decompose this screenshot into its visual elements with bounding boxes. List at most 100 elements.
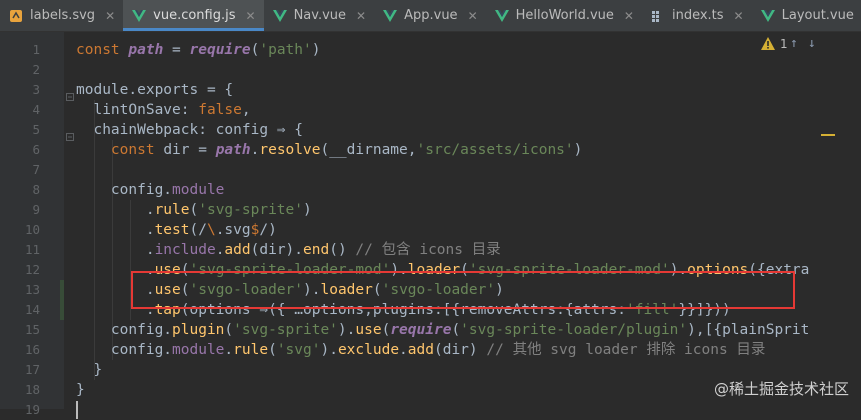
code-token: } xyxy=(76,362,103,378)
code-token: add xyxy=(224,242,251,258)
code-token: // 包含 icons 目录 xyxy=(355,242,501,258)
tab-label: labels.svg xyxy=(30,8,96,23)
code-token: ( xyxy=(268,342,277,358)
code-line[interactable]: const dir = path.resolve(__dirname,'src/… xyxy=(76,140,582,160)
vcs-change-marker[interactable] xyxy=(60,300,64,320)
code-token: .svg xyxy=(215,222,251,238)
code-token: path xyxy=(215,142,251,158)
line-number: 2 xyxy=(32,62,40,77)
code-token: module.exports = { xyxy=(76,82,234,98)
code-token: use xyxy=(355,322,382,338)
close-icon[interactable]: ✕ xyxy=(734,9,744,23)
code-token: ) xyxy=(303,202,312,218)
code-token: 'path' xyxy=(259,42,312,58)
highlight-box xyxy=(131,271,795,309)
fold-icon[interactable] xyxy=(66,126,74,141)
code-token: resolve xyxy=(259,142,321,158)
code-token: exclude xyxy=(337,342,400,358)
code-line[interactable]: module.exports = { xyxy=(76,80,233,100)
code-token: ). xyxy=(337,322,356,338)
code-token: , xyxy=(241,102,251,118)
line-number: 17 xyxy=(24,362,40,377)
fold-icon[interactable] xyxy=(66,86,74,101)
line-number: 13 xyxy=(24,282,40,297)
code-token: dir = xyxy=(163,142,216,158)
code-line[interactable]: lintOnSave: false, xyxy=(76,100,251,120)
problem-navigation: ↑ ↓ xyxy=(790,36,816,51)
code-token: ) xyxy=(311,42,321,58)
code-token: } xyxy=(76,382,85,398)
code-token: ) xyxy=(573,142,583,158)
tab-labels-svg[interactable]: labels.svg ✕ xyxy=(0,0,123,31)
code-token: config. xyxy=(76,322,173,338)
code-token: plugin xyxy=(172,322,225,338)
code-line[interactable]: } xyxy=(76,360,102,380)
code-token: . xyxy=(76,242,155,258)
line-number: 12 xyxy=(24,262,40,277)
code-token: (__dirname, xyxy=(320,142,417,158)
code-line[interactable]: } xyxy=(76,380,85,400)
line-number: 1 xyxy=(32,42,40,57)
line-number: 18 xyxy=(24,382,40,397)
line-number: 19 xyxy=(24,402,40,417)
code-token: const xyxy=(76,42,129,58)
code-token: config. xyxy=(76,342,173,358)
code-token: (dir). xyxy=(250,242,304,258)
tab-helloworld-vue[interactable]: HelloWorld.vue ✕ xyxy=(486,0,642,31)
code-line[interactable]: .include.add(dir).end() // 包含 icons 目录 xyxy=(76,240,501,260)
code-token: require xyxy=(390,322,452,338)
tab-vue-config-js[interactable]: vue.config.js ✕ xyxy=(123,0,265,31)
previous-problem-icon[interactable]: ↑ xyxy=(790,36,798,51)
vcs-change-marker[interactable] xyxy=(60,280,64,300)
close-icon[interactable]: ✕ xyxy=(624,9,634,23)
code-token: module xyxy=(172,182,225,198)
line-number: 3 xyxy=(32,82,40,97)
code-token: const xyxy=(76,142,164,158)
code-token: (/ xyxy=(189,222,207,238)
code-token: add xyxy=(407,342,434,358)
close-icon[interactable]: ✕ xyxy=(246,9,256,23)
code-token: 'svg-sprite' xyxy=(198,202,303,218)
line-number: 16 xyxy=(24,342,40,357)
line-number: 6 xyxy=(32,142,40,157)
code-line[interactable]: .rule('svg-sprite') xyxy=(76,200,312,220)
tab-layout-vue[interactable]: Layout.vue✕ xyxy=(752,0,861,31)
code-token: . xyxy=(224,342,234,358)
code-line[interactable]: const path = require('path') xyxy=(76,40,320,60)
code-token: test xyxy=(154,222,190,238)
tab-label: HelloWorld.vue xyxy=(515,8,614,23)
tab-label: Nav.vue xyxy=(293,8,347,23)
close-icon[interactable]: ✕ xyxy=(468,9,478,23)
warning-count: 1 xyxy=(780,37,788,51)
code-token: \ xyxy=(206,222,216,238)
line-number: 15 xyxy=(24,322,40,337)
code-line[interactable]: config.plugin('svg-sprite').use(require(… xyxy=(76,320,809,340)
code-token: module xyxy=(172,342,225,358)
close-icon[interactable]: ✕ xyxy=(356,9,366,23)
code-token: . xyxy=(76,222,155,238)
code-token: 'svg-sprite-loader/plugin' xyxy=(460,322,688,338)
typescript-file-icon xyxy=(650,8,666,24)
close-icon[interactable]: ✕ xyxy=(105,9,115,23)
tab-index-ts[interactable]: index.ts ✕ xyxy=(642,0,752,31)
code-line[interactable]: config.module.rule('svg').exclude.add(di… xyxy=(76,340,766,360)
editor-tab-bar: labels.svg ✕ vue.config.js ✕ Nav.vue ✕ App.vue… xyxy=(0,0,861,32)
next-problem-icon[interactable]: ↓ xyxy=(808,36,816,51)
watermark: @稀土掘金技术社区 xyxy=(714,378,849,399)
code-token: end xyxy=(303,242,330,258)
warning-stripe-marker[interactable] xyxy=(821,134,835,136)
line-number: 5 xyxy=(32,122,40,137)
code-line[interactable]: .test(/\.svg$/) xyxy=(76,220,277,240)
line-number: 14 xyxy=(24,302,40,317)
tab-nav-vue[interactable]: Nav.vue ✕ xyxy=(264,0,375,31)
code-token: 'src/assets/icons' xyxy=(416,142,574,158)
code-line[interactable]: config.module xyxy=(76,180,225,200)
code-token: ( xyxy=(451,322,461,338)
code-token: // 其他 svg loader 排除 icons 目录 xyxy=(486,342,766,358)
tab-label: vue.config.js xyxy=(153,8,236,23)
code-token: = xyxy=(163,42,190,58)
inspection-widget[interactable]: 1 xyxy=(760,36,788,52)
tab-label: index.ts xyxy=(671,8,724,23)
code-line[interactable]: chainWebpack: config ⇒ { xyxy=(76,120,303,140)
tab-app-vue[interactable]: App.vue ✕ xyxy=(374,0,486,31)
